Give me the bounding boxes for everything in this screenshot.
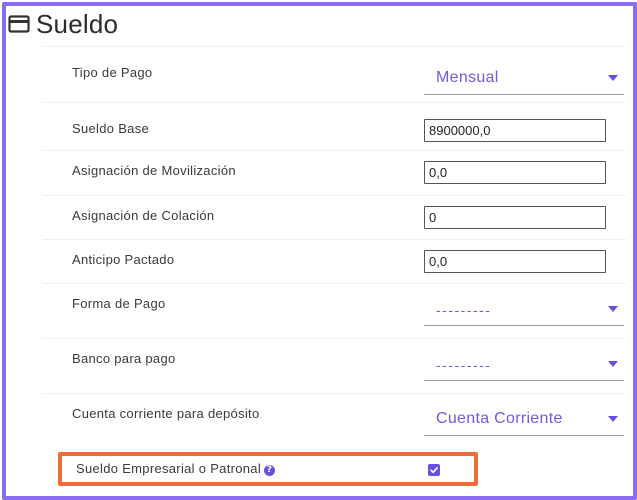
tipo-pago-label: Tipo de Pago bbox=[72, 65, 153, 80]
credit-card-icon bbox=[8, 15, 30, 33]
chevron-down-icon bbox=[608, 361, 618, 367]
anticipo-pactado-label: Anticipo Pactado bbox=[72, 252, 175, 267]
row-anticipo-pactado: Anticipo Pactado bbox=[42, 239, 626, 283]
row-sueldo-base: Sueldo Base bbox=[42, 102, 626, 150]
forma-pago-label: Forma de Pago bbox=[72, 296, 166, 311]
asignacion-colacion-label: Asignación de Colación bbox=[72, 208, 215, 223]
row-tipo-pago: Tipo de Pago Mensual bbox=[42, 46, 626, 102]
section-title: Sueldo bbox=[36, 8, 119, 39]
row-asignacion-colacion: Asignación de Colación bbox=[42, 195, 626, 239]
row-asignacion-movilizacion: Asignación de Movilización bbox=[42, 150, 626, 195]
sueldo-empresarial-checkbox[interactable] bbox=[428, 464, 440, 476]
chevron-down-icon bbox=[608, 75, 618, 81]
question-circle-icon[interactable]: ? bbox=[264, 464, 276, 476]
sueldo-empresarial-label-wrap: Sueldo Empresarial o Patronal? bbox=[76, 461, 276, 476]
asignacion-colacion-input[interactable] bbox=[424, 206, 606, 229]
row-banco-pago: Banco para pago --------- bbox=[42, 338, 626, 393]
tipo-pago-select[interactable]: Mensual bbox=[424, 63, 624, 95]
sueldo-form: Tipo de Pago Mensual Sueldo Base Asignac… bbox=[42, 46, 626, 449]
chevron-down-icon bbox=[608, 306, 618, 312]
banco-pago-select[interactable]: --------- bbox=[424, 349, 624, 381]
section-header: Sueldo bbox=[8, 6, 118, 42]
forma-pago-select[interactable]: --------- bbox=[424, 294, 624, 326]
cuenta-corriente-value: Cuenta Corriente bbox=[436, 410, 563, 427]
sueldo-base-input[interactable] bbox=[424, 119, 606, 142]
asignacion-movilizacion-input[interactable] bbox=[424, 161, 606, 184]
banco-pago-value: --------- bbox=[436, 357, 492, 373]
sueldo-empresarial-label: Sueldo Empresarial o Patronal bbox=[76, 461, 262, 476]
tipo-pago-value: Mensual bbox=[436, 69, 499, 86]
banco-pago-label: Banco para pago bbox=[72, 351, 176, 366]
cuenta-corriente-select[interactable]: Cuenta Corriente bbox=[424, 404, 624, 436]
anticipo-pactado-input[interactable] bbox=[424, 250, 606, 273]
row-forma-pago: Forma de Pago --------- bbox=[42, 283, 626, 338]
check-icon bbox=[430, 467, 438, 474]
cuenta-corriente-label: Cuenta corriente para depósito bbox=[72, 406, 260, 421]
forma-pago-value: --------- bbox=[436, 302, 492, 318]
asignacion-movilizacion-label: Asignación de Movilización bbox=[72, 163, 236, 178]
row-cuenta-corriente: Cuenta corriente para depósito Cuenta Co… bbox=[42, 393, 626, 449]
sueldo-base-label: Sueldo Base bbox=[72, 121, 150, 136]
chevron-down-icon bbox=[608, 416, 618, 422]
